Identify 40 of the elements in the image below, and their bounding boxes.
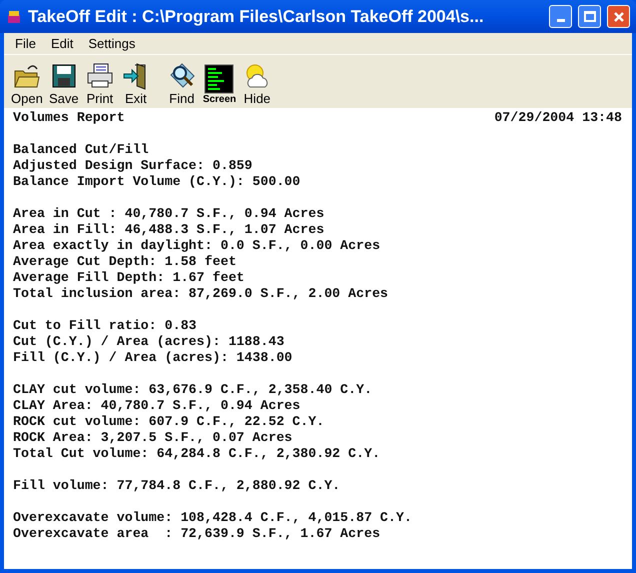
- report-line: Cut (C.Y.) / Area (acres): 1188.43: [13, 334, 284, 350]
- window-title: TakeOff Edit : C:\Program Files\Carlson TakeOff 2004\s...: [28, 6, 485, 28]
- toolbar-button[interactable]: Print: [82, 61, 118, 105]
- report-line: Fill (C.Y.) / Area (acres): 1438.00: [13, 350, 292, 366]
- report-line: Average Fill Depth: 1.67 feet: [13, 270, 244, 286]
- report-line: Balanced Cut/Fill: [13, 142, 149, 158]
- report-line: Area in Fill: 46,488.3 S.F., 1.07 Acres: [13, 222, 324, 238]
- menu-item[interactable]: Edit: [44, 34, 80, 54]
- menu-item[interactable]: File: [8, 34, 43, 54]
- report-line: Balance Import Volume (C.Y.): 500.00: [13, 174, 300, 190]
- report-line: Fill volume: 77,784.8 C.F., 2,880.92 C.Y.: [13, 478, 340, 494]
- terminal-screen-icon: [204, 64, 234, 94]
- report-line: ROCK Area: 3,207.5 S.F., 0.07 Acres: [13, 430, 292, 446]
- toolbar-button[interactable]: Exit: [118, 61, 154, 105]
- toolbar-button[interactable]: Save: [46, 61, 82, 105]
- report-date: 07/29/2004 13:48: [494, 110, 622, 126]
- report-text-area[interactable]: [4, 108, 632, 569]
- minimize-button[interactable]: [549, 5, 572, 28]
- report-line: Total Cut volume: 64,284.8 C.F., 2,380.92 C.Y.: [13, 446, 380, 462]
- report-line: Average Cut Depth: 1.58 feet: [13, 254, 236, 270]
- close-button[interactable]: [607, 5, 630, 28]
- report-line: CLAY cut volume: 63,676.9 C.F., 2,358.40 C.Y.: [13, 382, 372, 398]
- close-icon: [612, 10, 624, 22]
- toolbar-button[interactable]: Hide: [239, 61, 276, 105]
- menu-item[interactable]: Settings: [81, 34, 142, 54]
- report-line: Cut to Fill ratio: 0.83: [13, 318, 197, 334]
- report-line: Area exactly in daylight: 0.0 S.F., 0.00 Acres: [13, 238, 380, 254]
- report-line: Adjusted Design Surface: 0.859: [13, 158, 252, 174]
- report-title: Volumes Report: [13, 110, 125, 126]
- toolbar-button[interactable]: Screen: [200, 64, 240, 105]
- report-line: ROCK cut volume: 607.9 C.F., 22.52 C.Y.: [13, 414, 324, 430]
- report-line: Overexcavate volume: 108,428.4 C.F., 4,015.87 C.Y.: [13, 510, 412, 526]
- maximize-button[interactable]: [578, 5, 601, 28]
- toolbar-button[interactable]: Find: [164, 61, 200, 105]
- report-line: CLAY Area: 40,780.7 S.F., 0.94 Acres: [13, 398, 300, 414]
- app-icon: [6, 8, 22, 24]
- toolbar-button[interactable]: Open: [8, 61, 46, 105]
- report-line: Area in Cut : 40,780.7 S.F., 0.94 Acres: [13, 206, 324, 222]
- report-line: Total inclusion area: 87,269.0 S.F., 2.00 Acres: [13, 286, 388, 302]
- report-line: Overexcavate area : 72,639.9 S.F., 1.67 Acres: [13, 526, 380, 542]
